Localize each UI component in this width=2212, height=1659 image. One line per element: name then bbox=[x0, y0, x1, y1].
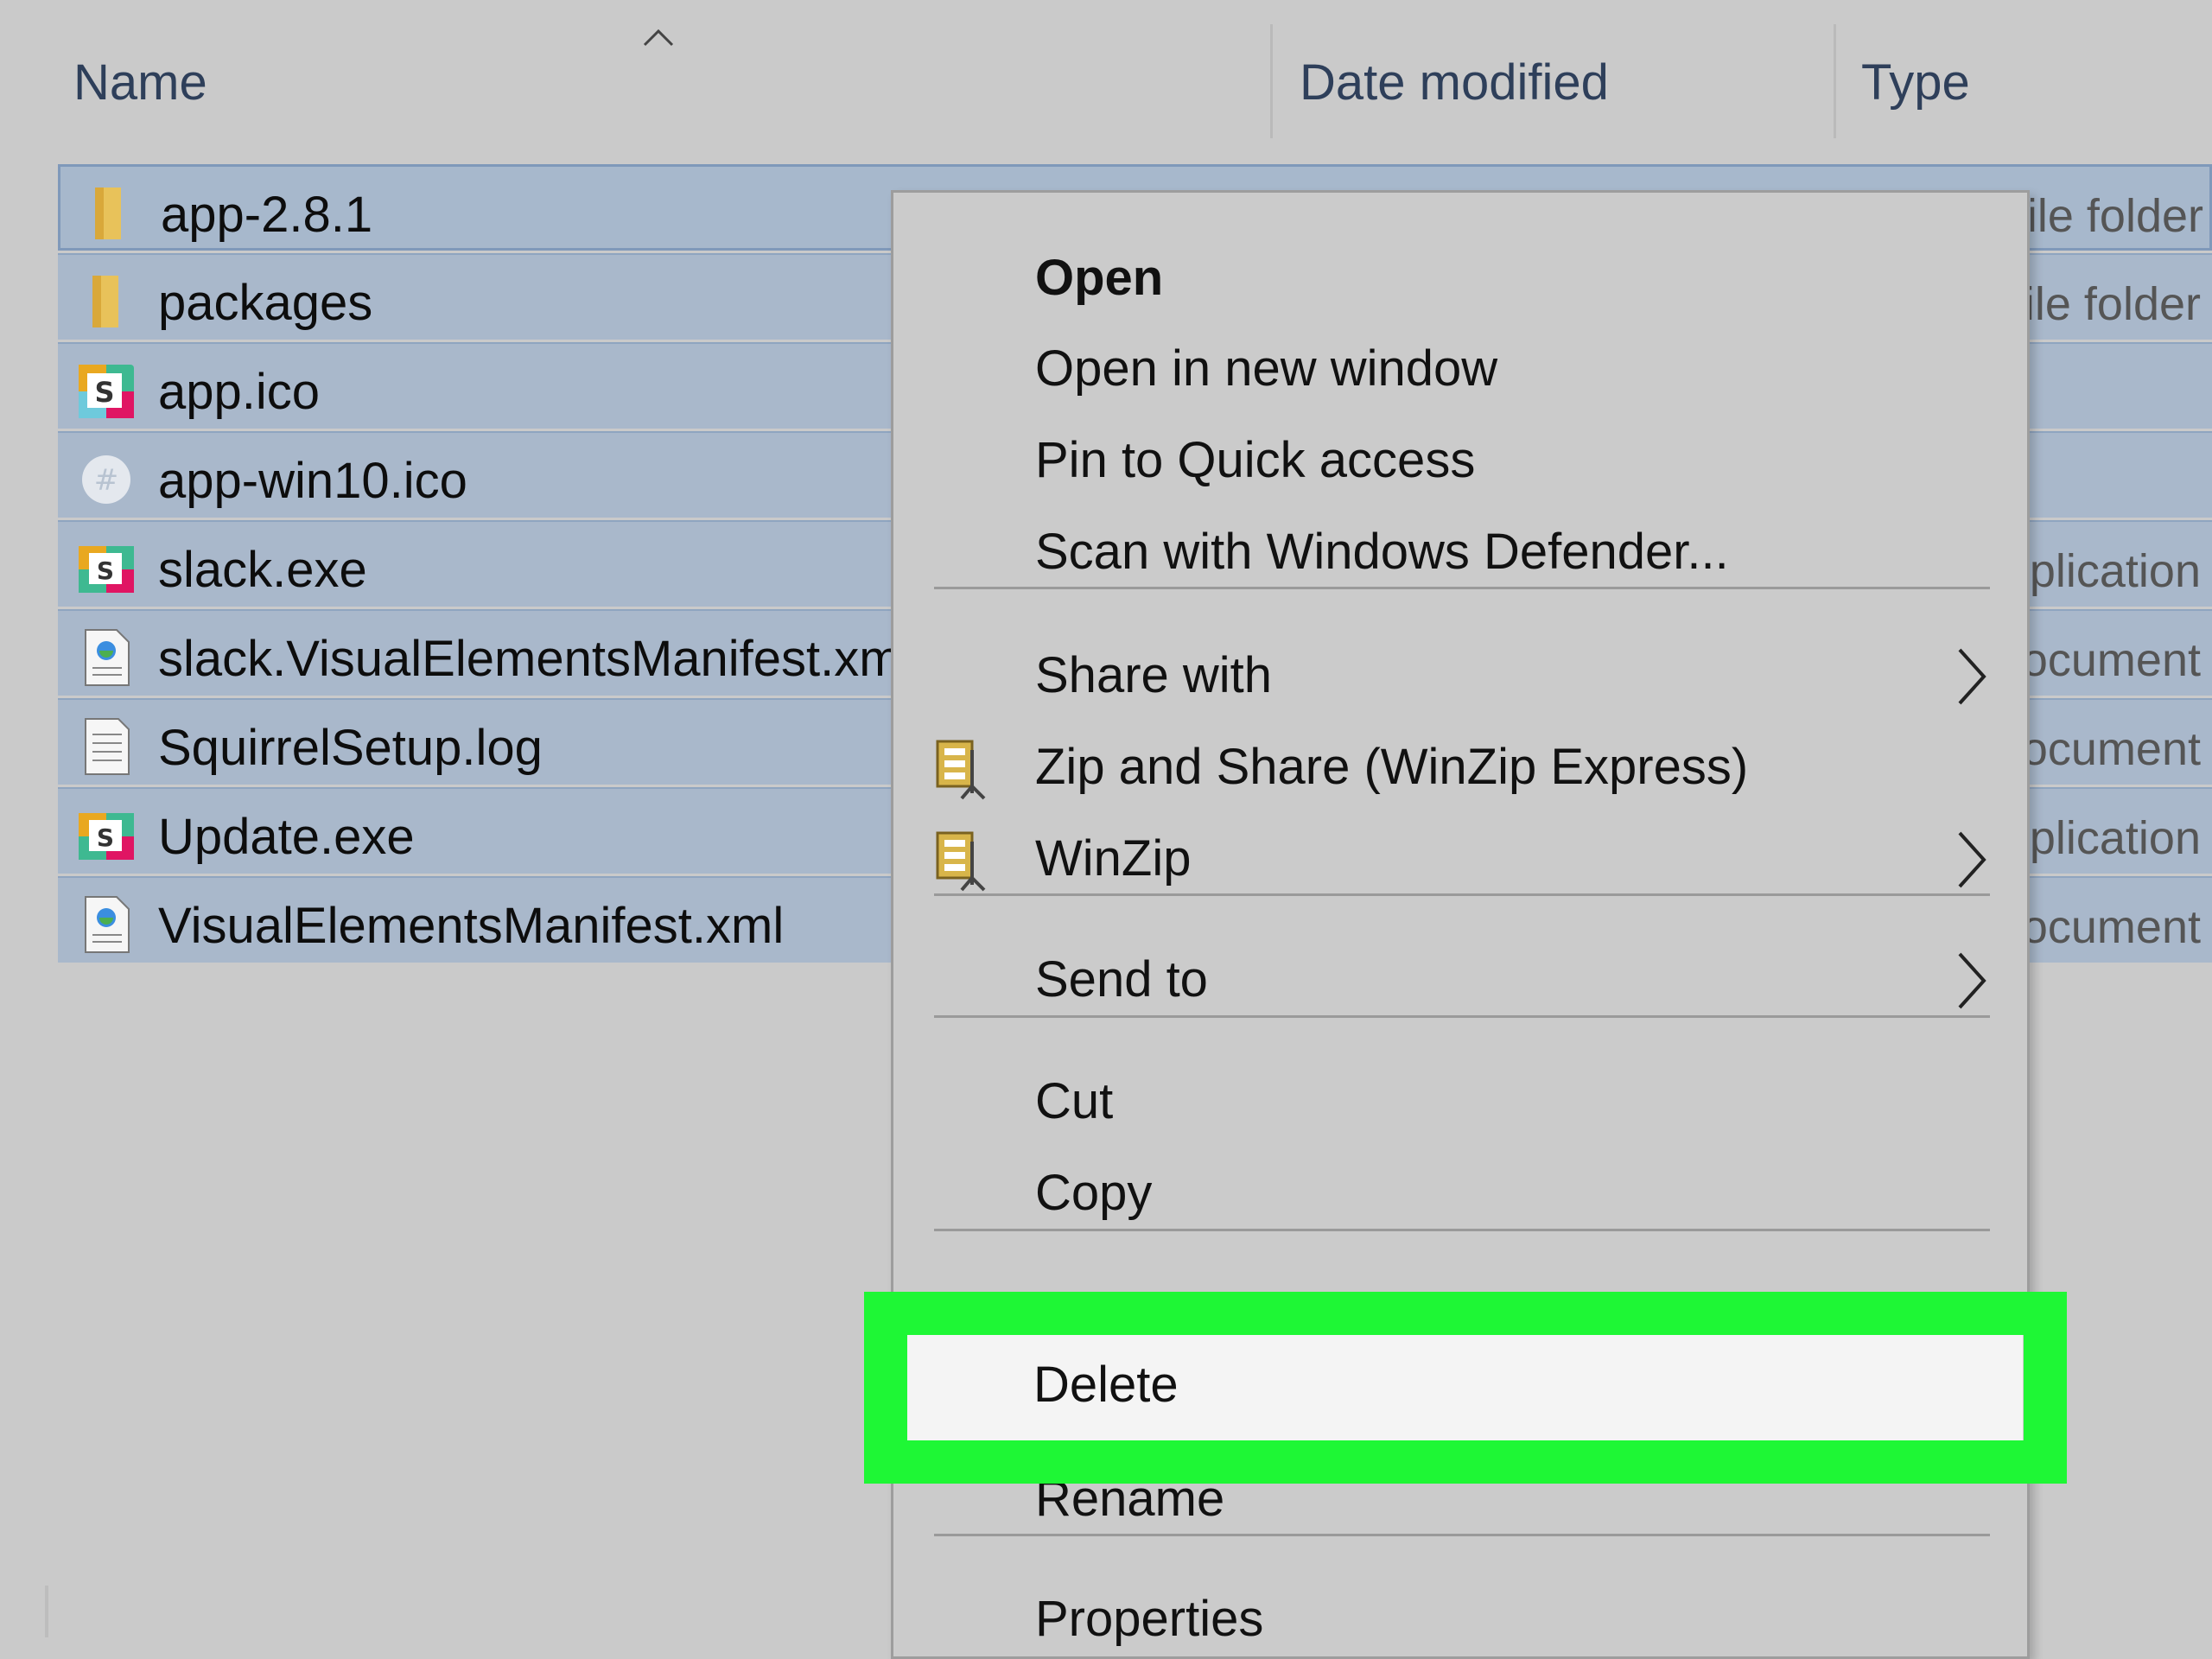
file-name: Update.exe bbox=[158, 809, 415, 865]
menu-item-label: Scan with Windows Defender... bbox=[1035, 524, 1729, 580]
column-type[interactable]: Type bbox=[1861, 54, 1970, 111]
menu-item-share-with[interactable]: Share with bbox=[893, 629, 2027, 715]
scrollbar-thumb[interactable] bbox=[45, 1586, 48, 1637]
menu-separator bbox=[934, 587, 1990, 589]
menu-item-winzip[interactable]: WinZip bbox=[893, 812, 2027, 899]
menu-item-label: Zip and Share (WinZip Express) bbox=[1035, 739, 1749, 795]
file-name: VisualElementsManifest.xml bbox=[158, 898, 785, 954]
file-name: app-2.8.1 bbox=[161, 187, 373, 243]
svg-text:S: S bbox=[97, 556, 114, 585]
column-divider[interactable] bbox=[1834, 24, 1836, 138]
svg-text:S: S bbox=[97, 823, 114, 852]
chevron-right-icon bbox=[1958, 648, 1986, 705]
column-name[interactable]: Name bbox=[73, 54, 207, 111]
menu-item-label: Send to bbox=[1035, 951, 1208, 1007]
menu-item-send-to[interactable]: Send to bbox=[893, 933, 2027, 1020]
file-name: app-win10.ico bbox=[158, 453, 467, 509]
sort-ascending-icon bbox=[643, 29, 674, 47]
column-date-modified[interactable]: Date modified bbox=[1300, 54, 1609, 111]
menu-item-properties[interactable]: Properties bbox=[893, 1573, 2027, 1659]
menu-item-pin-quick-access[interactable]: Pin to Quick access bbox=[893, 414, 2027, 500]
file-name: slack.VisualElementsManifest.xml bbox=[158, 631, 912, 687]
xml-document-icon bbox=[85, 896, 130, 953]
chevron-right-icon bbox=[1958, 952, 1986, 1009]
svg-text:#: # bbox=[94, 463, 119, 498]
menu-separator bbox=[934, 1229, 1990, 1231]
menu-item-cut[interactable]: Cut bbox=[893, 1055, 2027, 1141]
xml-document-icon bbox=[85, 629, 130, 686]
folder-icon bbox=[95, 188, 121, 239]
slack-exe-icon: S bbox=[79, 546, 134, 593]
menu-separator bbox=[934, 1534, 1990, 1536]
menu-item-label: Share with bbox=[1035, 647, 1273, 703]
menu-item-label: Open in new window bbox=[1035, 340, 1498, 397]
winzip-icon bbox=[936, 831, 986, 892]
svg-text:S: S bbox=[94, 376, 114, 409]
menu-item-label: WinZip bbox=[1035, 830, 1192, 887]
file-name: SquirrelSetup.log bbox=[158, 720, 543, 776]
column-divider[interactable] bbox=[1270, 24, 1273, 138]
menu-item-open[interactable]: Open bbox=[893, 232, 2027, 318]
file-name: slack.exe bbox=[158, 542, 367, 598]
menu-item-zip-share[interactable]: Zip and Share (WinZip Express) bbox=[893, 721, 2027, 807]
slack-ico-icon: S bbox=[79, 365, 134, 418]
chevron-right-icon bbox=[1958, 831, 1986, 888]
text-document-icon bbox=[85, 718, 130, 775]
winzip-icon bbox=[936, 740, 986, 800]
highlight-frame bbox=[864, 1292, 2067, 1484]
menu-separator bbox=[934, 893, 1990, 896]
menu-item-label: Cut bbox=[1035, 1073, 1114, 1129]
menu-item-copy[interactable]: Copy bbox=[893, 1147, 2027, 1233]
file-type: Application bbox=[2028, 812, 2201, 864]
menu-separator bbox=[934, 1015, 1990, 1018]
menu-item-label: Copy bbox=[1035, 1165, 1153, 1221]
menu-item-scan-defender[interactable]: Scan with Windows Defender... bbox=[893, 505, 2027, 592]
menu-item-label: Pin to Quick access bbox=[1035, 432, 1476, 488]
file-name: app.ico bbox=[158, 364, 321, 420]
menu-item-label: Open bbox=[1035, 250, 1164, 306]
file-name: packages bbox=[158, 275, 373, 331]
file-type: File folder bbox=[2031, 190, 2203, 242]
menu-item-open-new-window[interactable]: Open in new window bbox=[893, 322, 2027, 409]
file-type: XML Document bbox=[2028, 634, 2201, 686]
slack-exe-icon: S bbox=[79, 813, 134, 860]
file-type: File folder bbox=[2028, 278, 2201, 330]
file-type: Application bbox=[2028, 545, 2201, 597]
file-type: Text Document bbox=[2028, 723, 2201, 775]
slack-win10-ico-icon: # bbox=[82, 455, 130, 504]
column-header: Name Date modified Type bbox=[0, 0, 2212, 151]
menu-item-label: Properties bbox=[1035, 1591, 1264, 1647]
file-type: XML Document bbox=[2028, 901, 2201, 953]
folder-icon bbox=[92, 276, 118, 327]
